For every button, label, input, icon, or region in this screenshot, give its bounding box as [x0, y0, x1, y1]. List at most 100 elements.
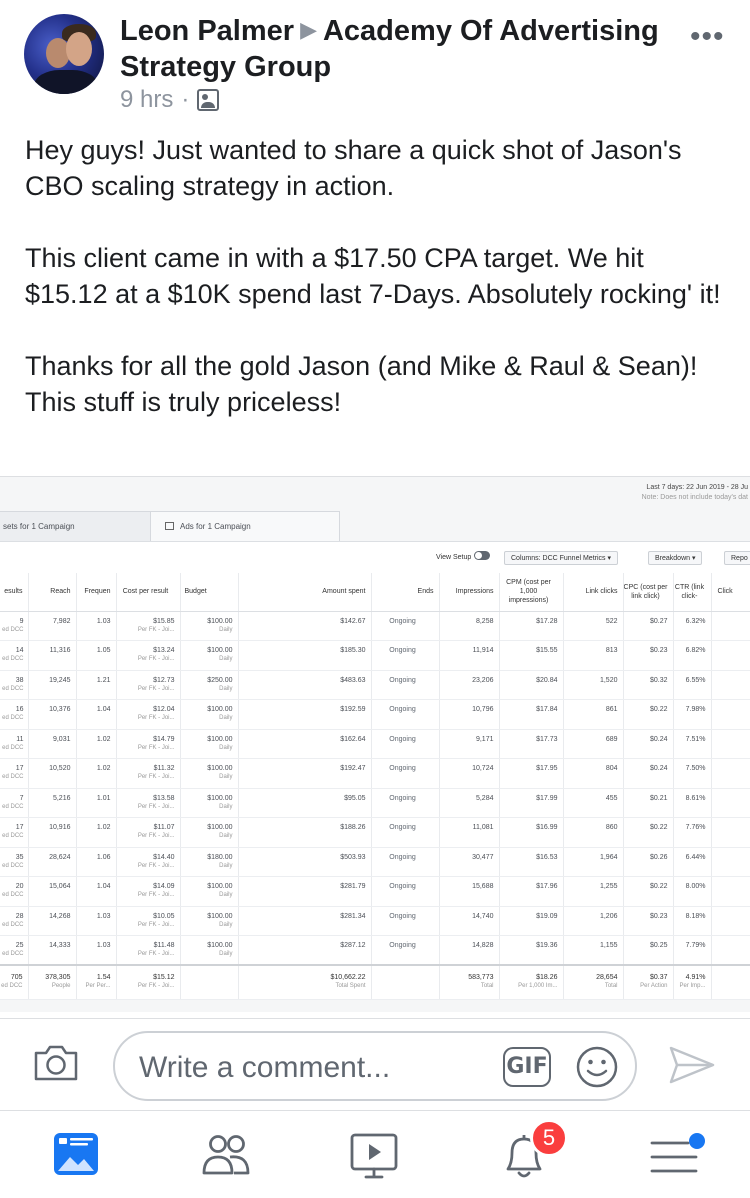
cell-amount-spent: $287.12 [238, 935, 372, 966]
cell-cpm: $16.53 [499, 847, 564, 877]
cell-cost-per-result: $14.79 Per FK - Joi... [116, 729, 181, 759]
total-results: 705 ed DCC [0, 964, 29, 1000]
gif-button[interactable]: GIF [503, 1047, 551, 1087]
cell-budget: $100.00 Daily [180, 876, 239, 907]
header-budget: Budget [180, 573, 239, 612]
cell-cpm: $17.84 [499, 699, 564, 730]
cell-ends: Ongoing [371, 876, 440, 907]
cell-amount-spent: $142.67 [238, 611, 372, 641]
total-amount-spent-value: $10,662.22 [330, 974, 366, 981]
watch-icon[interactable] [344, 1127, 404, 1183]
report-toolbar: View Setup Columns: DCC Funnel Metrics ▾… [0, 541, 750, 573]
results-value: 25 [15, 942, 24, 949]
results-sub: ed DCC [2, 656, 24, 662]
total-ctr: 4.91% Per Imp... [673, 964, 712, 1000]
cell-ends: Ongoing [371, 611, 440, 641]
total-link-clicks-value: 28,654 [596, 974, 618, 981]
cell-frequency: 1.21 [76, 670, 117, 700]
cell-ctr: 7.51% [673, 729, 712, 759]
cpr-value: $14.40 [153, 853, 175, 861]
post-image-ads-report[interactable]: Last 7 days: 22 Jun 2019 - 28 Ju Note: D… [0, 476, 750, 1012]
results-sub: ed DCC [2, 626, 24, 633]
cell-ctr: 6.82% [673, 640, 712, 671]
breakdown-dropdown: Breakdown ▾ [648, 551, 703, 565]
cell-cpm: $20.84 [499, 670, 564, 700]
comment-input[interactable]: Write a comment... GIF [113, 1031, 637, 1101]
cell-cpc: $0.22 [623, 876, 674, 907]
results-sub: ed DCC [2, 921, 24, 928]
cell-clicks [711, 699, 750, 730]
cell-frequency: 1.04 [76, 876, 117, 907]
tab-adsets: sets for 1 Campaign [0, 511, 160, 541]
groups-icon[interactable] [196, 1127, 256, 1183]
cell-amount-spent: $95.05 [238, 788, 372, 818]
budget-sub: Daily [219, 685, 233, 692]
more-options-icon[interactable]: ••• [690, 20, 725, 54]
cell-impressions: 10,724 [439, 758, 500, 789]
table-row: 35 ed DCC 28,624 1.06 $14.40 Per FK - Joi... $… [0, 847, 750, 877]
budget-value: $100.00 [207, 942, 233, 949]
date-range: Last 7 days: 22 Jun 2019 - 28 Ju Note: D… [642, 483, 748, 503]
cell-frequency: 1.04 [76, 699, 117, 730]
budget-sub: Daily [219, 951, 233, 957]
cell-cost-per-result: $12.04 Per FK - Joi... [116, 699, 181, 730]
emoji-icon[interactable] [575, 1045, 619, 1089]
header-link-clicks: Link clicks [563, 573, 624, 612]
cell-cpm: $16.99 [499, 817, 564, 848]
budget-sub: Daily [219, 803, 233, 810]
cell-ctr: 8.61% [673, 788, 712, 818]
cell-ends: Ongoing [371, 670, 440, 700]
date-range-note: Note: Does not include today's dat [641, 494, 748, 501]
total-frequency-sub: Per Per... [85, 983, 111, 989]
cell-impressions: 11,081 [439, 817, 500, 848]
cell-ctr: 7.76% [673, 817, 712, 848]
author-avatar[interactable] [24, 14, 104, 94]
results-sub: ed DCC [2, 774, 24, 780]
budget-sub: Daily [219, 656, 233, 662]
cell-results: 14 ed DCC [0, 640, 29, 671]
cell-frequency: 1.03 [76, 611, 117, 641]
results-sub: ed DCC [2, 833, 24, 839]
cell-cpc: $0.32 [623, 670, 674, 700]
budget-value: $100.00 [207, 706, 233, 713]
cell-impressions: 5,284 [439, 788, 500, 818]
results-value: 28 [15, 912, 24, 920]
cell-results: 17 ed DCC [0, 817, 29, 848]
cpr-sub: Per FK - Joi... [137, 744, 175, 751]
cell-budget: $100.00 Daily [180, 640, 239, 671]
news-feed-icon[interactable] [46, 1127, 106, 1183]
budget-sub: Daily [219, 626, 233, 633]
cell-cpc: $0.27 [623, 611, 674, 641]
header-frequency: Frequen [76, 573, 117, 612]
cell-results: 35 ed DCC [0, 847, 29, 877]
budget-sub: Daily [219, 833, 233, 839]
cell-impressions: 14,828 [439, 935, 500, 966]
cell-results: 38 ed DCC [0, 670, 29, 700]
total-results-value: 705 [10, 974, 23, 981]
results-sub: ed DCC [2, 892, 24, 898]
camera-icon[interactable] [33, 1044, 79, 1082]
cell-reach: 10,376 [28, 699, 77, 730]
cpr-value: $15.85 [153, 617, 175, 625]
cell-budget: $100.00 Daily [180, 729, 239, 759]
cell-reach: 19,245 [28, 670, 77, 700]
notification-count-badge: 5 [530, 1119, 568, 1157]
cell-reach: 10,916 [28, 817, 77, 848]
post-time[interactable]: 9 hrs [120, 86, 173, 114]
cpr-sub: Per FK - Joi... [137, 921, 175, 928]
author-name[interactable]: Leon Palmer [120, 15, 294, 47]
cell-ctr: 7.98% [673, 699, 712, 730]
budget-value: $100.00 [207, 735, 233, 743]
cell-amount-spent: $281.79 [238, 876, 372, 907]
cell-amount-spent: $281.34 [238, 906, 372, 936]
budget-sub: Daily [219, 921, 233, 928]
cell-impressions: 9,171 [439, 729, 500, 759]
cell-link-clicks: 1,520 [563, 670, 624, 700]
send-icon[interactable] [668, 1045, 716, 1085]
table-row: 38 ed DCC 19,245 1.21 $12.73 Per FK - Joi... $… [0, 670, 750, 700]
cell-cost-per-result: $12.73 Per FK - Joi... [116, 670, 181, 700]
cell-reach: 15,064 [28, 876, 77, 907]
cell-link-clicks: 1,255 [563, 876, 624, 907]
tab-ads-label: Ads for 1 Campaign [180, 522, 251, 531]
cell-ctr: 6.55% [673, 670, 712, 700]
